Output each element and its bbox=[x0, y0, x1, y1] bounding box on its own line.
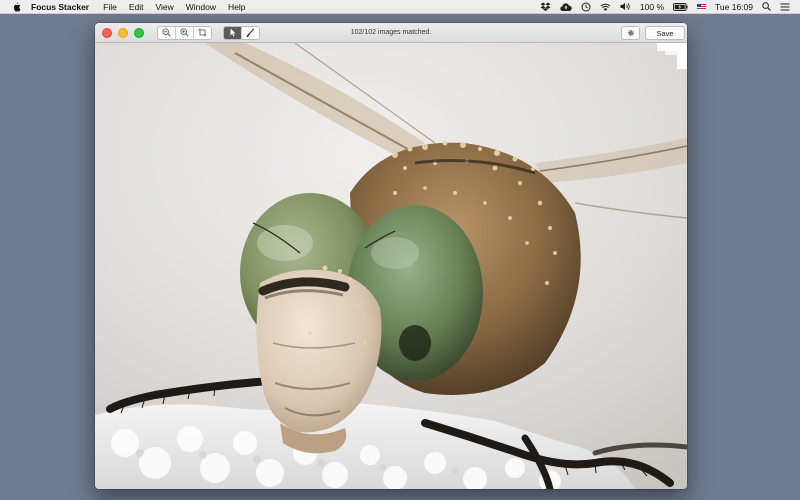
main-window: 102/102 images matched. Save bbox=[95, 23, 687, 489]
menu-edit[interactable]: Edit bbox=[129, 2, 144, 12]
battery-icon[interactable] bbox=[673, 2, 688, 11]
close-button[interactable] bbox=[102, 27, 112, 38]
battery-percent: 100 % bbox=[639, 1, 665, 12]
menu-bar: Focus Stacker File Edit View Window Help… bbox=[0, 0, 800, 14]
window-controls bbox=[102, 27, 144, 38]
flag-icon[interactable] bbox=[697, 3, 707, 10]
menu-file[interactable]: File bbox=[103, 2, 117, 12]
time-machine-icon[interactable] bbox=[581, 2, 591, 12]
status-area: 100 % Tue 16:09 bbox=[540, 0, 790, 13]
dropbox-icon[interactable] bbox=[540, 2, 551, 11]
brush-icon[interactable] bbox=[242, 27, 259, 39]
canvas-corner-patch bbox=[657, 43, 687, 69]
zoom-tool-group bbox=[157, 25, 212, 40]
pointer-icon[interactable] bbox=[224, 26, 242, 39]
zoom-in-icon[interactable] bbox=[176, 26, 194, 39]
minimize-button[interactable] bbox=[118, 27, 128, 38]
menu-view[interactable]: View bbox=[155, 2, 173, 12]
save-button[interactable]: Save bbox=[645, 26, 685, 40]
search-icon[interactable] bbox=[762, 2, 771, 11]
menu-window[interactable]: Window bbox=[186, 2, 216, 12]
fullscreen-button[interactable] bbox=[134, 27, 144, 38]
wifi-icon[interactable] bbox=[600, 3, 611, 11]
dragonfly-photo bbox=[95, 43, 687, 489]
zoom-out-icon[interactable] bbox=[158, 26, 176, 39]
window-toolbar: 102/102 images matched. Save bbox=[95, 23, 687, 43]
clock[interactable]: Tue 16:09 bbox=[715, 2, 753, 12]
volume-icon[interactable] bbox=[620, 2, 631, 11]
gear-icon bbox=[627, 24, 635, 42]
apple-icon[interactable] bbox=[11, 1, 22, 12]
list-icon[interactable] bbox=[780, 3, 790, 11]
menu-app-name[interactable]: Focus Stacker bbox=[31, 2, 89, 12]
menu-help[interactable]: Help bbox=[228, 2, 245, 12]
cloud-upload-icon[interactable] bbox=[560, 2, 572, 11]
image-canvas[interactable] bbox=[95, 43, 687, 489]
crop-icon[interactable] bbox=[194, 27, 211, 39]
edit-tool-group bbox=[223, 25, 260, 40]
settings-button[interactable] bbox=[621, 26, 640, 40]
